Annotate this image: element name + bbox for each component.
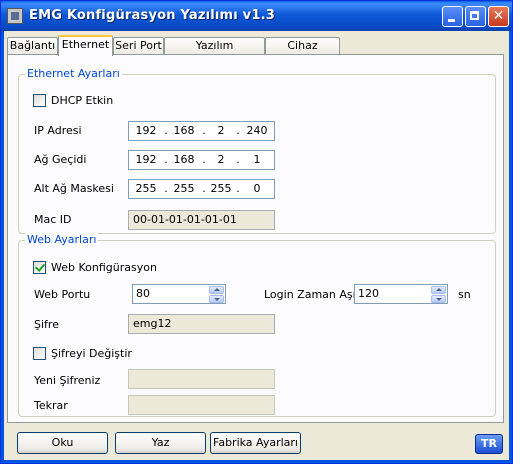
change-password-checkbox[interactable] [33, 347, 46, 360]
gateway-input[interactable]: 192 . 168 . 2 . 1 [128, 150, 275, 170]
gateway-label: Ağ Geçidi [34, 153, 87, 166]
web-config-label: Web Konfigürasyon [51, 261, 157, 274]
close-icon: ✕ [492, 8, 505, 24]
web-group-title: Web Ayarları [25, 233, 99, 246]
login-timeout-stepper[interactable]: 120 [354, 284, 448, 304]
tab-baglanti[interactable]: Bağlantı [7, 37, 58, 54]
dhcp-label: DHCP Etkin [51, 94, 114, 107]
web-config-checkbox[interactable] [33, 261, 46, 274]
title-bar[interactable]: EMG Konfigürasyon Yazılımı v1.3 ✕ [1, 1, 512, 31]
write-button[interactable]: Yaz [115, 432, 206, 454]
repeat-password-field[interactable] [128, 395, 275, 415]
ip-address-input[interactable]: 192 . 168 . 2 . 240 [128, 121, 275, 141]
tab-seri-port[interactable]: Seri Port [113, 37, 164, 54]
factory-settings-button[interactable]: Fabrika Ayarları [210, 432, 301, 454]
language-button[interactable]: TR [475, 434, 503, 454]
subnet-mask-input[interactable]: 255 . 255 . 255 . 0 [128, 179, 275, 199]
web-settings-group: Web Ayarları Web Konfigürasyon Web Portu… [18, 233, 496, 417]
tab-ethernet[interactable]: Ethernet [58, 35, 113, 56]
new-password-field[interactable] [128, 369, 275, 389]
web-port-up-arrow-icon[interactable] [209, 286, 224, 294]
read-button[interactable]: Oku [17, 432, 108, 454]
repeat-password-label: Tekrar [34, 399, 68, 412]
window-title: EMG Konfigürasyon Yazılımı v1.3 [29, 8, 275, 23]
app-icon [7, 8, 23, 24]
password-field: emg12 [128, 314, 275, 334]
web-port-down-arrow-icon[interactable] [209, 295, 224, 303]
maximize-button[interactable] [465, 6, 486, 27]
ethernet-settings-group: Ethernet Ayarları DHCP Etkin IP Adresi 1… [18, 67, 496, 234]
ethernet-tab-panel: Ethernet Ayarları DHCP Etkin IP Adresi 1… [7, 54, 504, 423]
ip-label: IP Adresi [34, 124, 82, 137]
close-button[interactable]: ✕ [488, 6, 509, 27]
ethernet-group-title: Ethernet Ayarları [25, 67, 122, 80]
client-area: Bağlantı Ethernet Seri Port Yazılım Günc… [4, 31, 509, 460]
password-label: Şifre [34, 318, 59, 331]
mac-id-field: 00-01-01-01-01-01 [128, 210, 275, 230]
change-password-label: Şifreyi Değiştir [51, 347, 132, 360]
tab-cihaz-bilgileri[interactable]: Cihaz Bilgileri [265, 37, 340, 67]
timeout-unit-label: sn [458, 288, 471, 301]
new-password-label: Yeni Şifreniz [34, 374, 101, 387]
login-timeout-down-arrow-icon[interactable] [431, 295, 446, 303]
subnet-mask-label: Alt Ağ Maskesi [34, 182, 114, 195]
minimize-button[interactable] [442, 6, 463, 27]
main-window: EMG Konfigürasyon Yazılımı v1.3 ✕ Bağlan… [0, 0, 513, 464]
dhcp-checkbox[interactable] [33, 94, 46, 107]
web-port-stepper[interactable]: 80 [132, 284, 226, 304]
tab-yazilim-guncelleme[interactable]: Yazılım Güncelleme [164, 37, 265, 67]
mac-id-label: Mac ID [34, 213, 72, 226]
web-port-label: Web Portu [34, 288, 91, 301]
login-timeout-up-arrow-icon[interactable] [431, 286, 446, 294]
